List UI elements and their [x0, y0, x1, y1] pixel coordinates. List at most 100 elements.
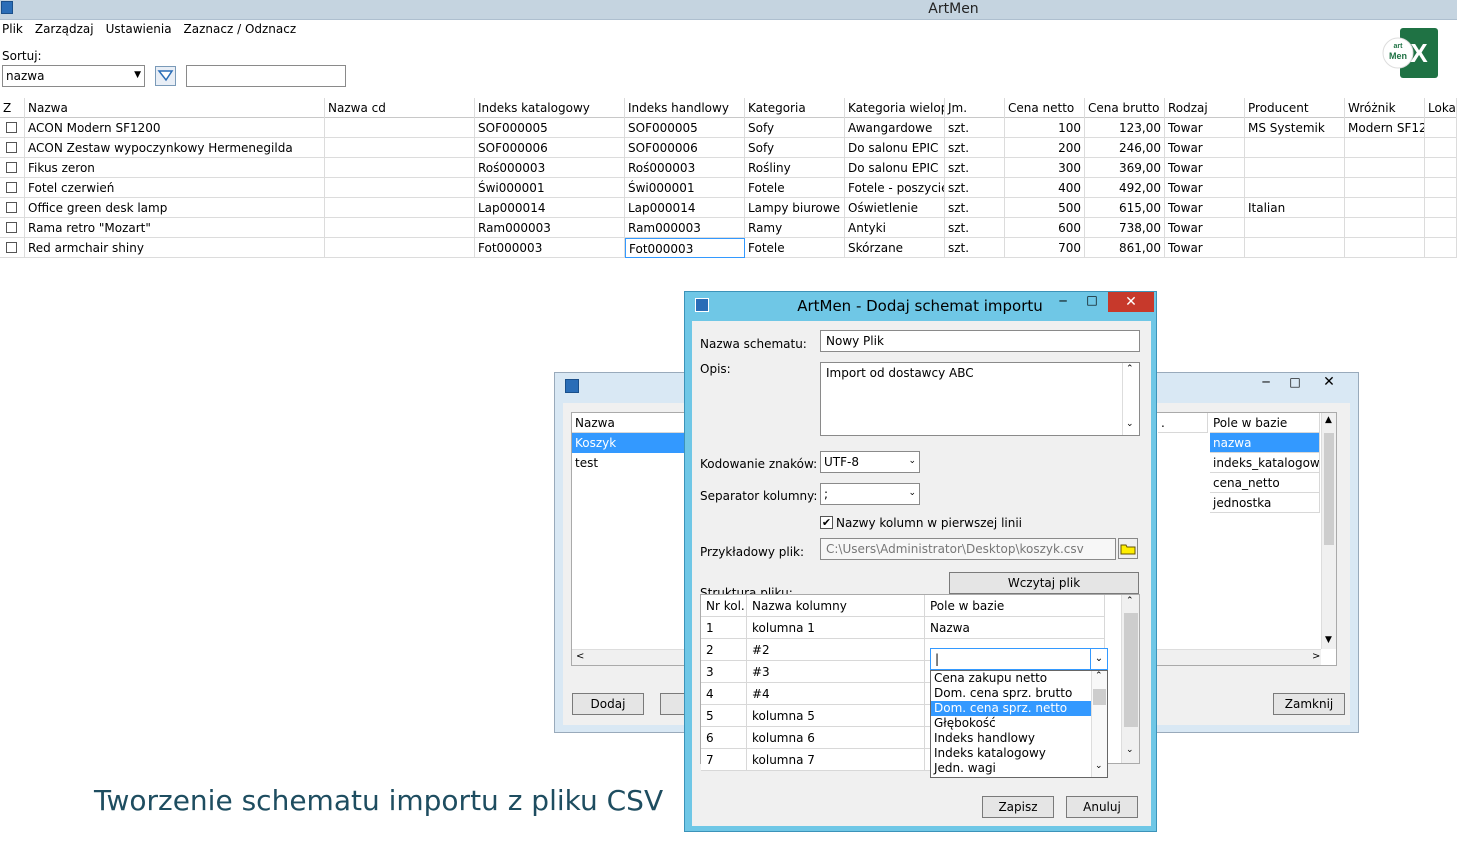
row-checkbox-cell[interactable]: [0, 218, 25, 238]
table-cell[interactable]: SOF000006: [625, 138, 745, 158]
column-header[interactable]: Producent: [1245, 98, 1345, 118]
table-cell[interactable]: Ram000003: [475, 218, 625, 238]
table-cell[interactable]: szt.: [945, 118, 1005, 138]
structure-cell[interactable]: #2: [747, 639, 925, 661]
field-combobox[interactable]: | ⌄: [930, 648, 1108, 670]
table-cell[interactable]: SOF000005: [475, 118, 625, 138]
table-cell[interactable]: [1345, 198, 1425, 218]
table-row[interactable]: Office green desk lamp Lap000014 Lap000014…: [0, 198, 1457, 218]
structure-cell[interactable]: 2: [701, 639, 747, 661]
dropdown-option[interactable]: Dom. cena sprz. netto: [931, 701, 1091, 716]
table-cell[interactable]: [1345, 178, 1425, 198]
separator-select[interactable]: ; ⌄: [820, 483, 920, 505]
table-cell[interactable]: Fotele: [745, 238, 845, 258]
minimize-button[interactable]: ─: [1254, 375, 1278, 395]
row-checkbox[interactable]: [6, 162, 17, 173]
cancel-button[interactable]: Anuluj: [1066, 796, 1138, 818]
structure-cell[interactable]: 1: [701, 617, 747, 639]
structure-cell[interactable]: 3: [701, 661, 747, 683]
right-item[interactable]: indeks_katalogowy: [1210, 453, 1320, 473]
column-header[interactable]: Indeks handlowy: [625, 98, 745, 118]
column-header[interactable]: Z: [0, 98, 25, 118]
table-row[interactable]: Fotel czerwień Świ000001 Świ000001 Fotele Fo…: [0, 178, 1457, 198]
table-cell[interactable]: SOF000005: [625, 118, 745, 138]
table-cell[interactable]: Fotele: [745, 178, 845, 198]
maximize-button[interactable]: □: [1283, 375, 1307, 395]
table-cell[interactable]: Skórzane: [845, 238, 945, 258]
table-cell[interactable]: Fotele - poszycie r: [845, 178, 945, 198]
table-cell[interactable]: [1425, 138, 1457, 158]
table-cell[interactable]: 400: [1005, 178, 1085, 198]
table-cell[interactable]: Fotel czerwień: [25, 178, 325, 198]
column-header[interactable]: Nazwa cd: [325, 98, 475, 118]
sort-select[interactable]: nazwa ▼: [2, 65, 145, 87]
table-cell[interactable]: Red armchair shiny: [25, 238, 325, 258]
column-header[interactable]: Lokal: [1425, 98, 1457, 118]
textarea-scrollbar[interactable]: ⌃ ⌄: [1122, 363, 1139, 435]
table-cell[interactable]: Świ000001: [625, 178, 745, 198]
close-icon[interactable]: ✕: [1108, 292, 1154, 312]
table-cell[interactable]: [1245, 218, 1345, 238]
table-cell[interactable]: [1245, 238, 1345, 258]
table-cell[interactable]: Fot000003: [475, 238, 625, 258]
structure-column-header[interactable]: Nazwa kolumny: [747, 595, 925, 617]
table-cell[interactable]: Ramy: [745, 218, 845, 238]
close-button[interactable]: Zamknij: [1273, 693, 1345, 715]
structure-cell[interactable]: kolumna 7: [747, 749, 925, 771]
row-checkbox[interactable]: [6, 202, 17, 213]
table-cell[interactable]: Office green desk lamp: [25, 198, 325, 218]
dropdown-option[interactable]: Cena zakupu netto: [931, 671, 1107, 686]
table-cell[interactable]: [1425, 178, 1457, 198]
structure-cell[interactable]: #3: [747, 661, 925, 683]
column-header[interactable]: Cena netto: [1005, 98, 1085, 118]
table-cell[interactable]: Sofy: [745, 138, 845, 158]
column-header[interactable]: Cena brutto: [1085, 98, 1165, 118]
dropdown-option[interactable]: Indeks handlowy: [931, 731, 1107, 746]
chevron-down-icon[interactable]: ⌄: [1090, 649, 1107, 669]
table-cell[interactable]: Towar: [1165, 138, 1245, 158]
table-cell[interactable]: Italian: [1245, 198, 1345, 218]
table-cell[interactable]: Roś000003: [625, 158, 745, 178]
table-cell[interactable]: [325, 118, 475, 138]
table-cell[interactable]: 600: [1005, 218, 1085, 238]
structure-cell[interactable]: kolumna 6: [747, 727, 925, 749]
table-cell[interactable]: 700: [1005, 238, 1085, 258]
dropdown-option[interactable]: Indeks katalogowy: [931, 746, 1107, 761]
table-cell[interactable]: Towar: [1165, 238, 1245, 258]
table-cell[interactable]: [1245, 178, 1345, 198]
row-checkbox[interactable]: [6, 222, 17, 233]
column-header[interactable]: Nazwa: [25, 98, 325, 118]
table-row[interactable]: Red armchair shiny Fot000003 Fot000003 Fote…: [0, 238, 1457, 258]
table-cell[interactable]: Lap000014: [625, 198, 745, 218]
row-checkbox[interactable]: [6, 122, 17, 133]
table-cell[interactable]: Towar: [1165, 158, 1245, 178]
table-cell[interactable]: 246,00: [1085, 138, 1165, 158]
vertical-scrollbar[interactable]: ▲ ▼: [1321, 413, 1336, 649]
row-checkbox-cell[interactable]: [0, 138, 25, 158]
filter-input[interactable]: [186, 65, 346, 87]
structure-cell[interactable]: 6: [701, 727, 747, 749]
table-row[interactable]: Fikus zeron Roś000003 Roś000003 Rośliny Do s…: [0, 158, 1457, 178]
right-item[interactable]: nazwa: [1210, 433, 1320, 453]
dropdown-option[interactable]: Dom. cena sprz. brutto: [931, 686, 1107, 701]
table-cell[interactable]: Rama retro "Mozart": [25, 218, 325, 238]
column-header[interactable]: Wróżnik: [1345, 98, 1425, 118]
save-button[interactable]: Zapisz: [982, 796, 1054, 818]
structure-cell[interactable]: #4: [747, 683, 925, 705]
table-cell[interactable]: [1245, 138, 1345, 158]
structure-cell[interactable]: kolumna 5: [747, 705, 925, 727]
filter-button[interactable]: [155, 66, 176, 86]
table-cell[interactable]: 615,00: [1085, 198, 1165, 218]
table-cell[interactable]: Awangardowe: [845, 118, 945, 138]
description-textarea[interactable]: Import od dostawcy ABC: [820, 362, 1140, 436]
header-checkbox[interactable]: ✔: [820, 516, 833, 529]
structure-column-header[interactable]: Pole w bazie: [925, 595, 1105, 617]
list-item-selected[interactable]: Koszyk: [572, 433, 692, 453]
table-cell[interactable]: Oświetlenie: [845, 198, 945, 218]
table-cell[interactable]: 100: [1005, 118, 1085, 138]
close-icon[interactable]: ✕: [1317, 374, 1341, 394]
row-checkbox-cell[interactable]: [0, 158, 25, 178]
table-cell[interactable]: [1345, 238, 1425, 258]
row-checkbox[interactable]: [6, 242, 17, 253]
table-cell[interactable]: Modern SF120: [1345, 118, 1425, 138]
